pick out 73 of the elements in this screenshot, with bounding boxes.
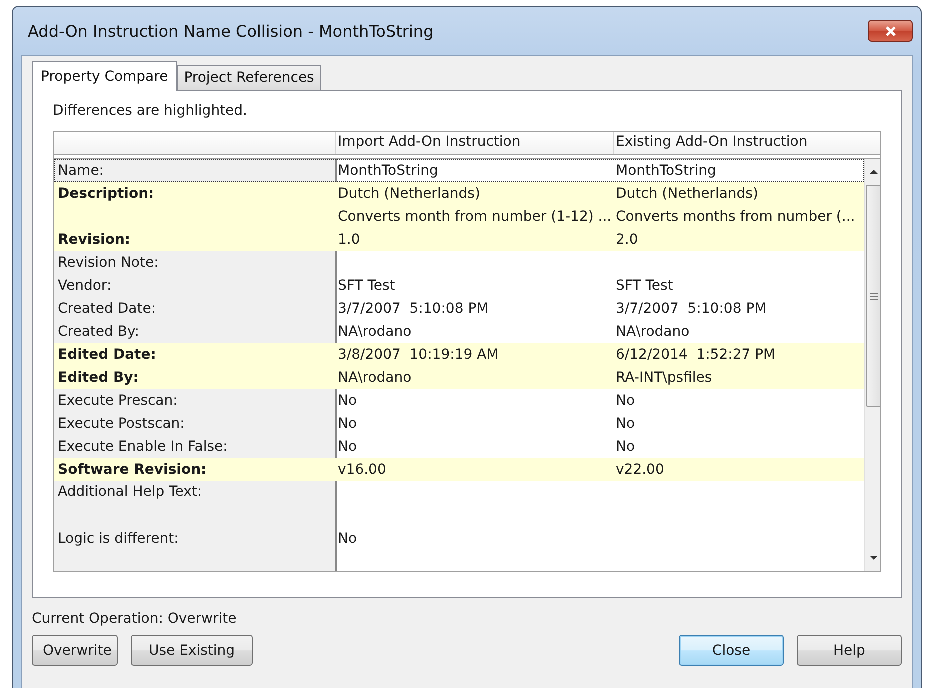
- import-value: NA\rodano: [337, 324, 413, 340]
- close-button[interactable]: Close: [679, 635, 784, 666]
- window-title: Add-On Instruction Name Collision - MonthToString: [27, 22, 434, 40]
- existing-value: 2.0: [615, 232, 640, 248]
- existing-value: NA\rodano: [615, 324, 691, 340]
- table-row[interactable]: Edited By: NA\rodano RA-INT\psfiles: [54, 366, 864, 389]
- table-row[interactable]: Execute Enable In False: No No: [54, 435, 864, 458]
- table-row[interactable]: Logic is different: No: [54, 527, 864, 550]
- scrollbar-thumb[interactable]: [866, 185, 880, 407]
- property-label: Execute Enable In False:: [57, 438, 229, 454]
- property-label: Revision:: [57, 232, 132, 248]
- import-value: 3/8/2007 10:19:19 AM: [337, 346, 500, 362]
- existing-value: Converts months from number (...: [615, 208, 856, 224]
- property-label: Name:: [57, 162, 106, 178]
- import-value: MonthToString: [337, 162, 440, 178]
- property-label: Edited Date:: [57, 346, 158, 362]
- table-row[interactable]: Revision Note:: [54, 251, 864, 274]
- property-label: Execute Postscan:: [57, 416, 186, 432]
- table-row[interactable]: Revision: 1.0 2.0: [54, 228, 864, 251]
- use-existing-button[interactable]: Use Existing: [131, 635, 253, 666]
- import-value: NA\rodano: [337, 370, 413, 386]
- import-value: Converts month from number (1-12) ...: [337, 208, 613, 224]
- existing-value: 3/7/2007 5:10:08 PM: [615, 300, 768, 316]
- property-label: Edited By:: [57, 370, 140, 386]
- import-value: v16.00: [337, 462, 388, 478]
- property-label: Software Revision:: [57, 462, 208, 478]
- property-label: Additional Help Text:: [57, 484, 204, 500]
- property-label: Logic is different:: [57, 530, 180, 546]
- import-value: No: [337, 416, 358, 432]
- table-row[interactable]: Name: MonthToString MonthToString: [54, 159, 864, 182]
- existing-value: 6/12/2014 1:52:27 PM: [615, 346, 777, 362]
- property-label: Description:: [57, 186, 156, 202]
- property-label: Vendor:: [57, 278, 113, 294]
- table-row[interactable]: Additional Help Text:: [54, 481, 864, 527]
- status-text: Current Operation: Overwrite: [32, 611, 238, 627]
- column-header: Import Add-On Instruction: [335, 132, 613, 154]
- property-label: Created By:: [57, 324, 140, 340]
- property-label: Execute Prescan:: [57, 392, 179, 408]
- table-row[interactable]: Edited Date: 3/8/2007 10:19:19 AM 6/12/2014 1:52:27 PM: [54, 343, 864, 366]
- overwrite-button[interactable]: Overwrite: [32, 635, 118, 666]
- tab[interactable]: Project References: [177, 65, 322, 90]
- close-button[interactable]: [868, 20, 913, 42]
- import-value: No: [337, 438, 358, 454]
- import-value: No: [337, 392, 358, 408]
- existing-value: Dutch (Netherlands): [615, 186, 760, 202]
- existing-value: v22.00: [615, 462, 666, 478]
- table-row[interactable]: Description: Dutch (Netherlands) Dutch (Netherlands): [54, 182, 864, 205]
- existing-value: No: [615, 416, 636, 432]
- close-icon: [884, 26, 896, 36]
- import-value: 1.0: [337, 232, 362, 248]
- existing-value: No: [615, 392, 636, 408]
- property-label: Revision Note:: [57, 254, 160, 270]
- import-value: SFT Test: [337, 278, 396, 294]
- existing-value: No: [615, 438, 636, 454]
- table-row[interactable]: Vendor: SFT Test SFT Test: [54, 274, 864, 297]
- table-row[interactable]: Converts month from number (1-12) ... Converts months from number (...: [54, 205, 864, 228]
- grip-icon: [870, 292, 878, 300]
- table-row[interactable]: Execute Postscan: No No: [54, 412, 864, 435]
- tab[interactable]: Property Compare: [32, 61, 178, 91]
- hint-text: Differences are highlighted.: [53, 103, 249, 119]
- import-value: No: [337, 530, 358, 546]
- existing-value: RA-INT\psfiles: [615, 370, 714, 386]
- existing-value: SFT Test: [615, 278, 674, 294]
- table-row[interactable]: Created By: NA\rodano NA\rodano: [54, 320, 864, 343]
- table-row[interactable]: Software Revision: v16.00 v22.00: [54, 458, 864, 481]
- table-row[interactable]: Execute Prescan: No No: [54, 389, 864, 412]
- import-value: Dutch (Netherlands): [337, 186, 482, 202]
- table-row[interactable]: Created Date: 3/7/2007 5:10:08 PM 3/7/2007 5:10:08 PM: [54, 297, 864, 320]
- help-button[interactable]: Help: [797, 635, 902, 666]
- import-value: 3/7/2007 5:10:08 PM: [337, 300, 490, 316]
- column-header: Existing Add-On Instruction: [613, 132, 865, 154]
- property-label: Created Date:: [57, 300, 158, 316]
- existing-value: MonthToString: [615, 162, 718, 178]
